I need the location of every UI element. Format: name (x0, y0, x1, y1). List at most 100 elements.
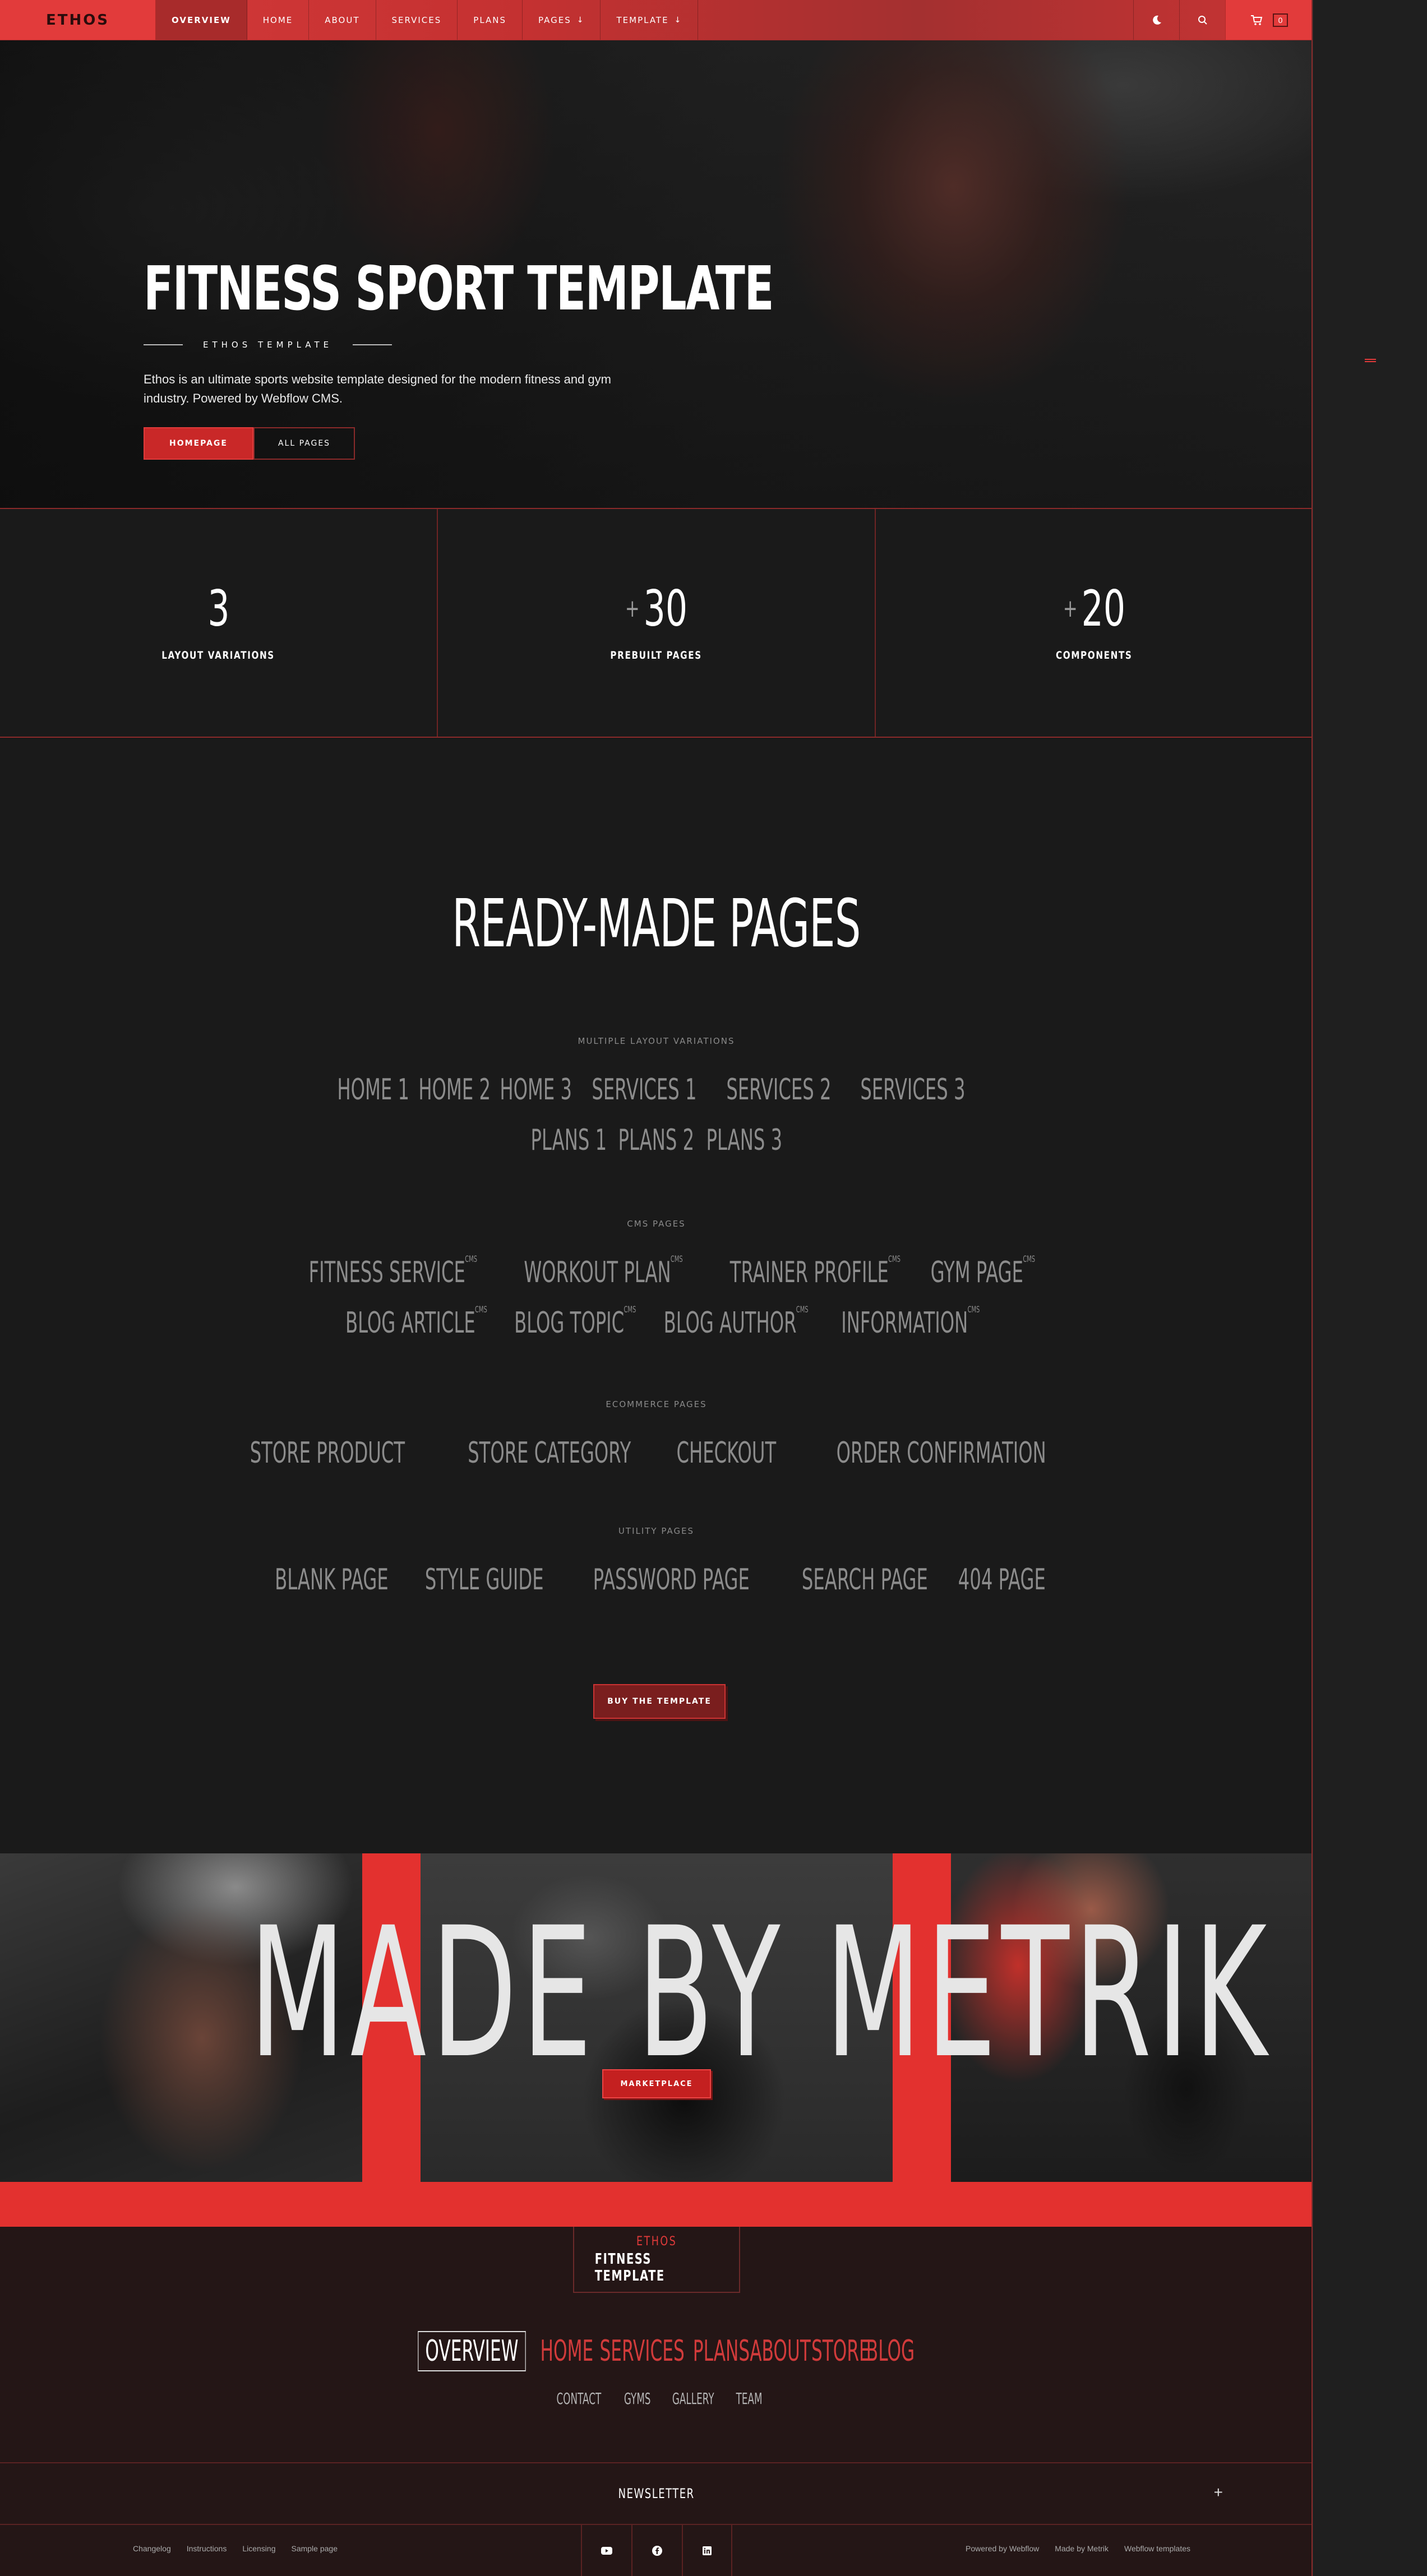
newsletter-toggle[interactable]: NEWSLETTER + (0, 2462, 1311, 2525)
page-link[interactable]: PLANS 2 (618, 1126, 695, 1155)
plus-icon: + (1213, 2483, 1223, 2501)
stat-card: +30 PREBUILT PAGES (438, 509, 876, 737)
homepage-button[interactable]: HOMEPAGE (144, 427, 253, 460)
nav-item-home[interactable]: HOME (247, 0, 310, 40)
youtube-icon (601, 2546, 612, 2555)
sample-page-link[interactable]: Sample page (291, 2544, 338, 2553)
all-pages-button[interactable]: ALL PAGES (253, 427, 355, 460)
stat-number: +20 (1063, 584, 1125, 633)
page-link[interactable]: INFORMATION CMS (841, 1305, 980, 1340)
stat-card: +20 COMPONENTS (876, 509, 1311, 737)
page-link[interactable]: STYLE GUIDE (425, 1565, 544, 1594)
page-link[interactable]: PLANS 1 (530, 1126, 607, 1155)
nav-item-overview[interactable]: OVERVIEW (156, 0, 247, 40)
linkedin-link[interactable] (682, 2525, 732, 2576)
footer-nav-home[interactable]: HOME (540, 2337, 593, 2366)
made-by-metrik-link[interactable]: Made by Metrik (1055, 2544, 1109, 2553)
linkedin-icon (703, 2546, 712, 2555)
hero: FITNESS SPORT TEMPLATE ETHOS TEMPLATE Et… (0, 40, 1311, 508)
cart-count: 0 (1272, 13, 1289, 27)
footer-brand-bottom: FITNESS TEMPLATE (594, 2250, 665, 2284)
footer-subnav-gyms[interactable]: GYMS (624, 2389, 651, 2408)
facebook-link[interactable] (631, 2525, 682, 2576)
webflow-templates-link[interactable]: Webflow templates (1124, 2544, 1190, 2553)
nav-item-template[interactable]: TEMPLATE ↓ (601, 0, 699, 40)
hero-title: FITNESS SPORT TEMPLATE (144, 254, 774, 324)
nav-label: OVERVIEW (172, 15, 231, 25)
page-link[interactable]: BLOG TOPIC CMS (514, 1305, 636, 1338)
page-link-label: BLOG ARTICLE (345, 1306, 475, 1340)
page-link[interactable]: BLOG ARTICLE CMS (345, 1305, 487, 1340)
search-icon (1198, 15, 1207, 25)
instructions-link[interactable]: Instructions (187, 2544, 227, 2553)
page-link[interactable]: PLANS 3 (706, 1126, 782, 1155)
footer-subnav-gallery[interactable]: GALLERY (672, 2389, 714, 2408)
footer-nav-store[interactable]: STORE (811, 2337, 870, 2366)
stats-section: 3 LAYOUT VARIATIONS +30 PREBUILT PAGES +… (0, 508, 1311, 738)
footer-subnav: CONTACT GYMS GALLERY TEAM (0, 2389, 1311, 2408)
footer-nav-overview[interactable]: OVERVIEW (417, 2331, 526, 2371)
footer-nav-blog[interactable]: BLOG (866, 2337, 915, 2366)
page-link[interactable]: SERVICES 1 (592, 1075, 696, 1104)
search-button[interactable] (1179, 0, 1225, 40)
page-link[interactable]: TRAINER PROFILE CMS (729, 1255, 900, 1288)
nav-item-services[interactable]: SERVICES (376, 0, 458, 40)
top-nav: ETHOS OVERVIEW HOME ABOUT SERVICES PLANS… (0, 0, 1311, 40)
group-title: ECOMMERCE PAGES (606, 1399, 707, 1409)
page-link[interactable]: STORE CATEGORY (468, 1439, 631, 1468)
page-link[interactable]: HOME 2 (418, 1075, 491, 1104)
group-title: MULTIPLE LAYOUT VARIATIONS (578, 1036, 735, 1046)
page-link[interactable]: PASSWORD PAGE (593, 1565, 750, 1594)
nav-label: SERVICES (391, 15, 442, 25)
marketplace-button[interactable]: MARKETPLACE (602, 2069, 711, 2098)
group-title: CMS PAGES (627, 1219, 686, 1229)
nav-actions: 0 (1133, 0, 1311, 40)
page-link[interactable]: GYM PAGE CMS (931, 1255, 1035, 1288)
powered-by-webflow-link[interactable]: Powered by Webflow (966, 2544, 1039, 2553)
footer-subnav-contact[interactable]: CONTACT (557, 2389, 602, 2408)
page-link[interactable]: ORDER CONFIRMATION (836, 1439, 1046, 1468)
cart-button[interactable]: 0 (1225, 0, 1311, 40)
nav-item-pages[interactable]: PAGES ↓ (523, 0, 601, 40)
footer-nav-services[interactable]: SERVICES (600, 2337, 685, 2366)
page-link-label: FITNESS SERVICE (308, 1256, 465, 1289)
footer-nav-plans[interactable]: PLANS (692, 2337, 749, 2366)
nav-item-about[interactable]: ABOUT (309, 0, 376, 40)
page-link[interactable]: BLOG AUTHOR CMS (664, 1305, 809, 1338)
page-link[interactable]: SEARCH PAGE (802, 1565, 928, 1594)
group-title: UTILITY PAGES (618, 1526, 695, 1536)
cms-badge: CMS (1023, 1254, 1036, 1264)
footer-brand[interactable]: ETHOS FITNESS TEMPLATE (573, 2227, 740, 2293)
page-links-row: STORE PRODUCT STORE CATEGORY CHECKOUT OR… (0, 1439, 1311, 1468)
footer-bottom: Changelog Instructions Licensing Sample … (0, 2525, 1311, 2576)
stat-label: COMPONENTS (1056, 649, 1133, 662)
buy-template-button[interactable]: BUY THE TEMPLATE (593, 1684, 726, 1719)
page-link[interactable]: BLANK PAGE (275, 1565, 389, 1594)
page-link[interactable]: CHECKOUT (677, 1439, 777, 1468)
cms-badge: CMS (624, 1304, 636, 1315)
page-link[interactable]: 404 PAGE (958, 1565, 1046, 1594)
page-link[interactable]: FITNESS SERVICE CMS (308, 1255, 477, 1289)
youtube-link[interactable] (581, 2525, 631, 2576)
logo[interactable]: ETHOS (0, 0, 156, 40)
page-links-row: PLANS 1 PLANS 2 PLANS 3 (0, 1126, 1311, 1155)
menu-icon[interactable] (1365, 359, 1376, 362)
footer-links-left: Changelog Instructions Licensing Sample … (133, 2544, 338, 2553)
page-links-row: BLOG ARTICLE CMS BLOG TOPIC CMS BLOG AUTHO… (0, 1305, 1311, 1340)
footer-subnav-team[interactable]: TEAM (736, 2389, 762, 2408)
cms-badge: CMS (465, 1254, 478, 1264)
nav-label: PLANS (473, 15, 507, 25)
page-link-label: INFORMATION (841, 1306, 968, 1340)
nav-item-plans[interactable]: PLANS (458, 0, 523, 40)
page-link[interactable]: WORKOUT PLAN CMS (524, 1255, 682, 1288)
licensing-link[interactable]: Licensing (242, 2544, 275, 2553)
page-link[interactable]: SERVICES 2 (726, 1075, 831, 1104)
page-link[interactable]: SERVICES 3 (861, 1075, 966, 1104)
page-link[interactable]: HOME 1 (337, 1075, 409, 1104)
page-link[interactable]: HOME 3 (500, 1075, 572, 1104)
page-link[interactable]: STORE PRODUCT (250, 1439, 405, 1468)
theme-toggle-button[interactable] (1133, 0, 1179, 40)
divider (144, 344, 183, 345)
changelog-link[interactable]: Changelog (133, 2544, 171, 2553)
footer-nav-about[interactable]: ABOUT (750, 2337, 811, 2366)
